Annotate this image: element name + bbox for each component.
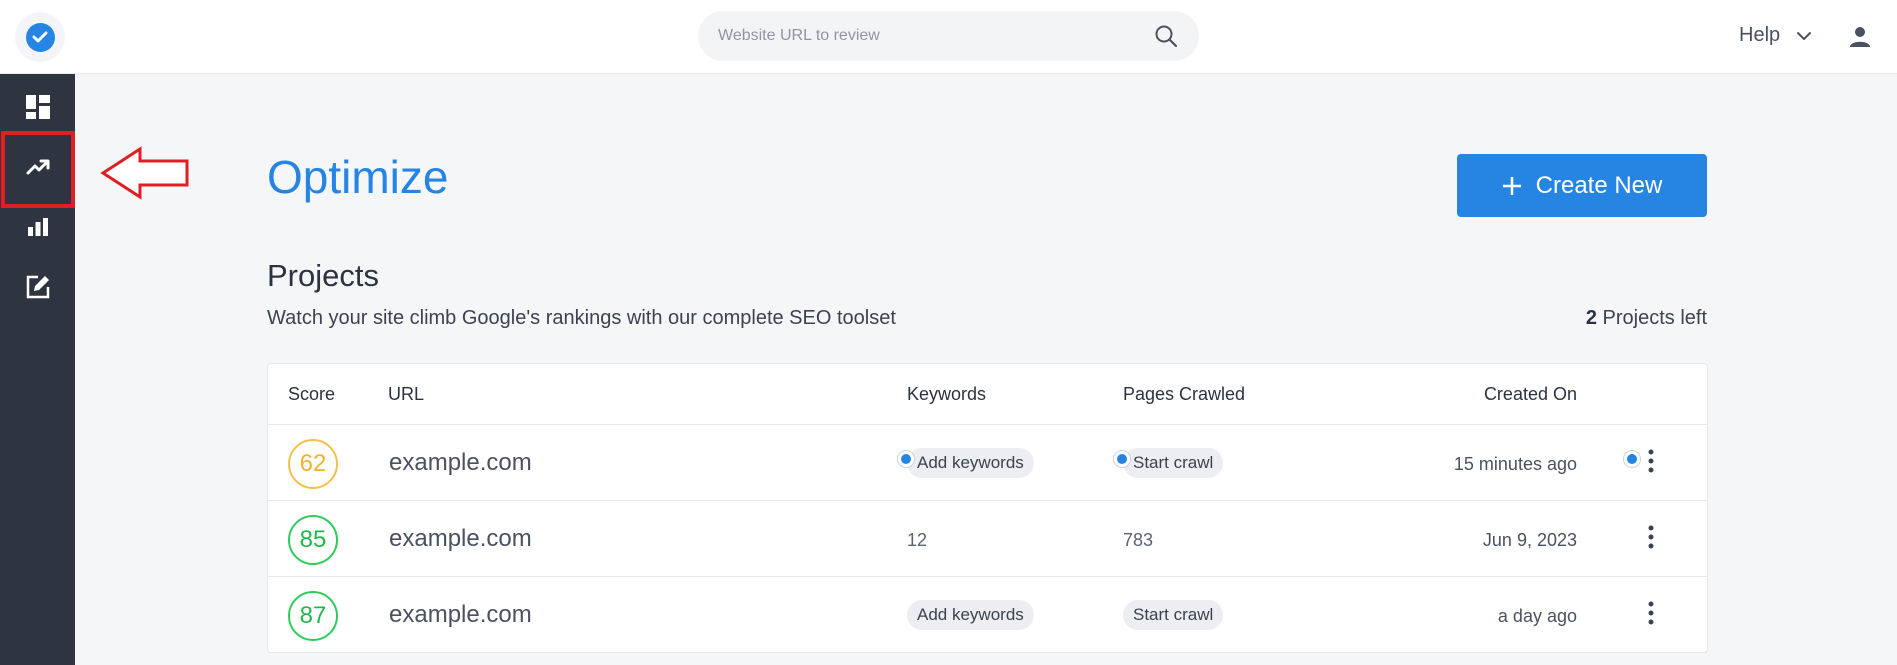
keywords-count: 12	[907, 530, 928, 550]
checkmark-logo-icon	[25, 22, 55, 52]
add-keywords-button[interactable]: Add keywords	[907, 448, 1034, 478]
hotspot-dot-icon[interactable]	[897, 450, 915, 468]
create-new-label: Create New	[1535, 171, 1663, 199]
pages-crawled-count: 783	[1123, 530, 1154, 550]
bar-chart-icon	[27, 217, 49, 242]
search-icon[interactable]	[1154, 24, 1178, 53]
search-bar	[698, 11, 1199, 61]
created-on-value: a day ago	[1497, 606, 1577, 626]
project-url-link[interactable]: example.com	[389, 525, 532, 553]
more-options-icon[interactable]	[1648, 525, 1654, 554]
help-menu[interactable]: Help	[1739, 24, 1812, 47]
created-on-value: Jun 9, 2023	[1482, 530, 1577, 550]
create-new-button[interactable]: Create New	[1457, 154, 1707, 217]
add-keywords-button[interactable]: Add keywords	[907, 600, 1034, 630]
website-url-input[interactable]	[718, 11, 1138, 61]
top-bar: Help	[0, 0, 1897, 74]
table-row[interactable]: 62 example.com Add keywords Start crawl …	[268, 425, 1707, 501]
project-url-link[interactable]: example.com	[389, 449, 532, 477]
sidebar	[0, 74, 75, 665]
projects-left: 2 Projects left	[1500, 307, 1707, 330]
table-header: Score URL Keywords Pages Crawled Created…	[268, 364, 1707, 425]
help-label: Help	[1739, 24, 1781, 46]
created-on-value: 15 minutes ago	[1453, 454, 1577, 474]
plus-icon	[1502, 176, 1522, 196]
more-options-icon[interactable]	[1648, 601, 1654, 630]
sidebar-item-reports[interactable]	[0, 199, 75, 259]
header-score: Score	[288, 384, 336, 404]
score-badge: 85	[288, 515, 338, 565]
score-badge: 87	[288, 591, 338, 641]
start-crawl-button[interactable]: Start crawl	[1123, 600, 1224, 630]
table-row[interactable]: 85 example.com 12 783 Jun 9, 2023	[268, 501, 1707, 577]
project-url-link[interactable]: example.com	[389, 601, 532, 629]
start-crawl-button[interactable]: Start crawl	[1123, 448, 1224, 478]
user-account-icon[interactable]	[1849, 26, 1871, 53]
table-row[interactable]: 87 example.com Add keywords Start crawl …	[268, 577, 1707, 653]
header-pages-crawled: Pages Crawled	[1123, 384, 1246, 404]
section-subtitle: Watch your site climb Google's rankings …	[267, 307, 896, 329]
trending-up-icon	[26, 159, 50, 180]
dashboard-icon	[25, 94, 51, 125]
hotspot-dot-icon[interactable]	[1113, 450, 1131, 468]
sidebar-item-optimize[interactable]	[1, 131, 75, 208]
header-created-on: Created On	[1483, 384, 1577, 404]
sidebar-item-dashboard[interactable]	[0, 79, 75, 139]
more-options-icon[interactable]	[1648, 449, 1654, 478]
projects-left-label: Projects left	[1602, 307, 1707, 329]
sidebar-item-editor[interactable]	[0, 259, 75, 319]
page-title: Optimize	[267, 151, 449, 203]
annotation-arrow-icon	[100, 146, 190, 205]
app-logo[interactable]	[15, 12, 65, 62]
hotspot-dot-icon[interactable]	[1623, 450, 1641, 468]
edit-icon	[25, 274, 51, 305]
section-title: Projects	[267, 258, 379, 293]
header-url: URL	[388, 384, 425, 404]
projects-table: Score URL Keywords Pages Crawled Created…	[267, 363, 1708, 653]
chevron-down-icon	[1796, 24, 1812, 47]
header-keywords: Keywords	[907, 384, 987, 404]
score-badge: 62	[288, 439, 338, 489]
projects-left-count: 2	[1585, 307, 1597, 329]
